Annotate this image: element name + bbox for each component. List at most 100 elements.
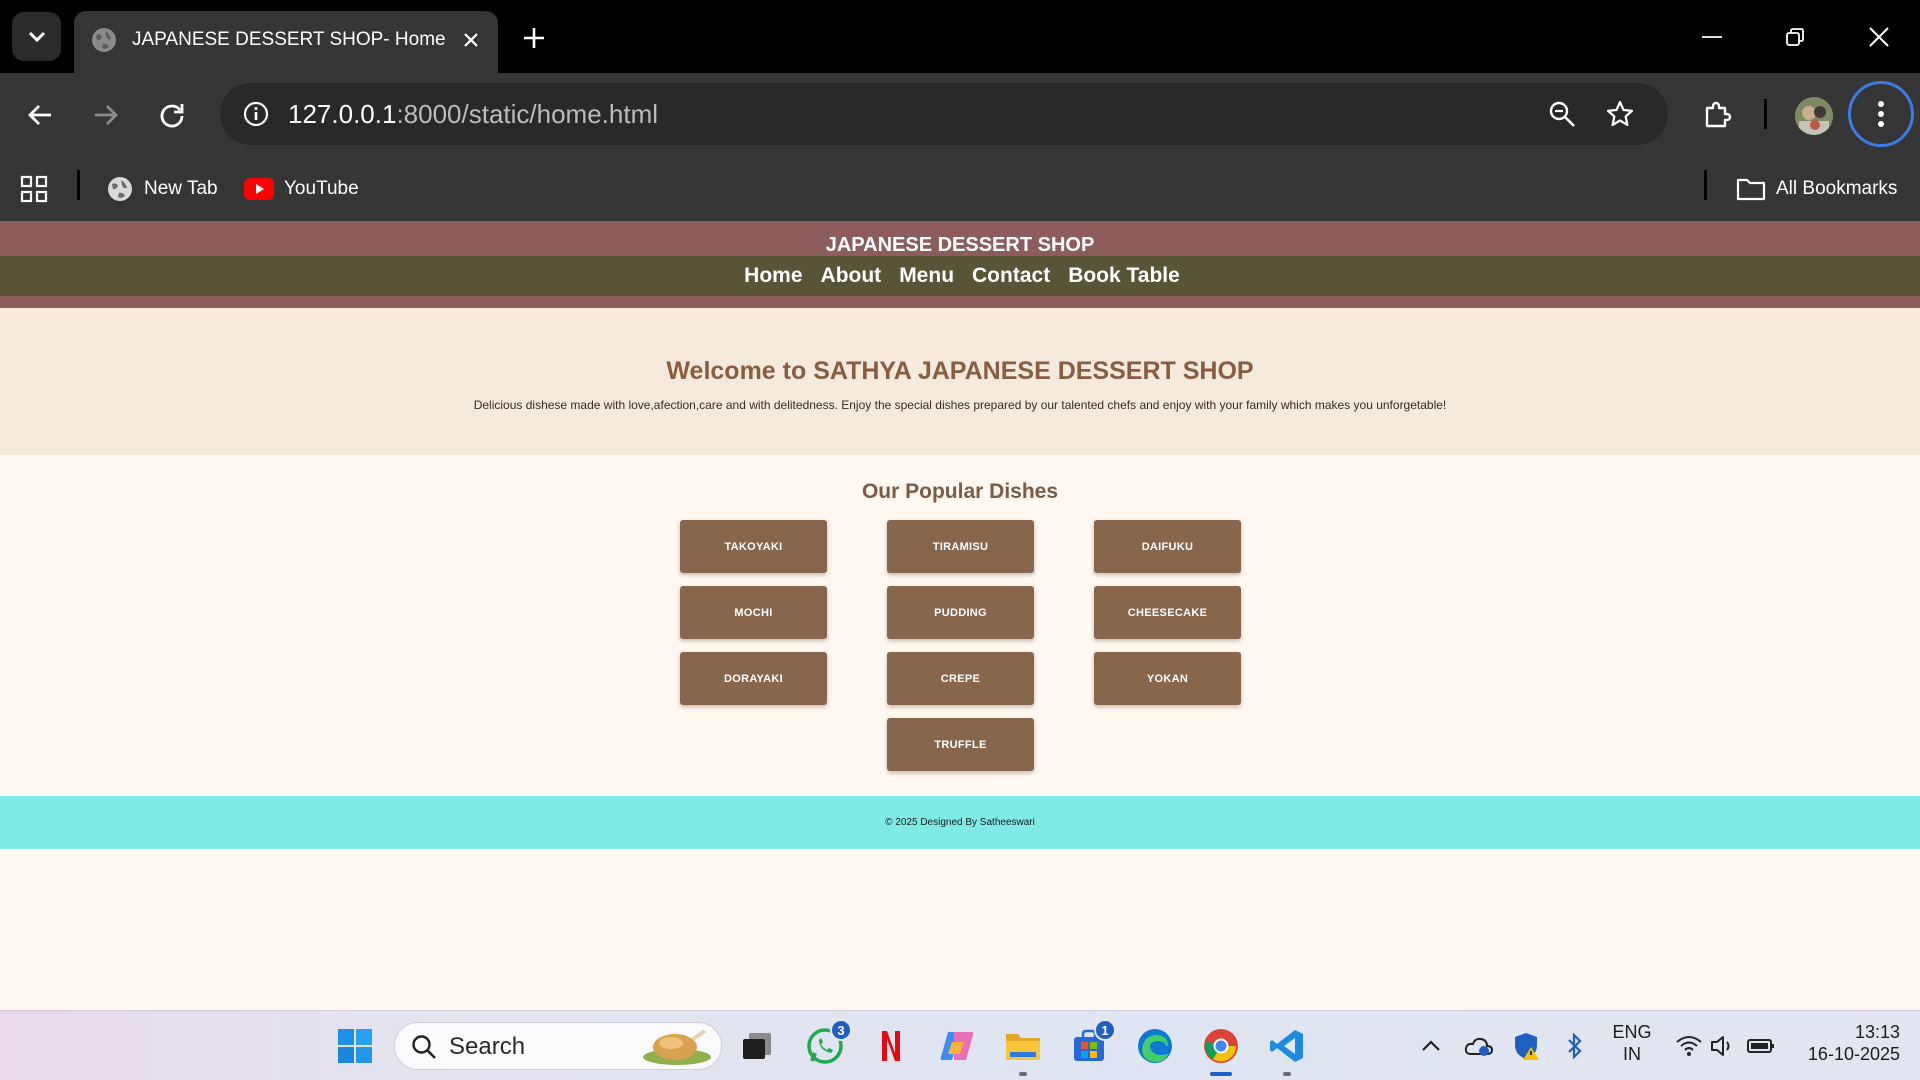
restore-button[interactable] — [1765, 14, 1825, 60]
dish-button-truffle[interactable]: TRUFFLE — [887, 718, 1034, 771]
roast-chicken-icon — [643, 1029, 711, 1065]
nav-about-link[interactable]: About — [821, 264, 882, 288]
tab-search-button[interactable] — [12, 12, 61, 61]
shield-warning-icon — [1515, 1033, 1539, 1060]
chrome-taskbar-button[interactable] — [1198, 1023, 1244, 1076]
all-bookmarks-label: All Bookmarks — [1776, 178, 1898, 199]
clock-time: 13:13 — [1854, 1022, 1900, 1042]
dish-button-takoyaki[interactable]: TAKOYAKI — [680, 520, 827, 573]
onedrive-tray-button[interactable] — [1456, 1023, 1502, 1069]
browser-menu-button[interactable] — [1848, 81, 1914, 147]
chevron-up-icon — [1422, 1040, 1440, 1051]
dish-button-pudding[interactable]: PUDDING — [887, 586, 1034, 639]
close-window-button[interactable] — [1849, 14, 1909, 60]
profile-avatar[interactable] — [1795, 97, 1833, 135]
site-info-button[interactable] — [232, 90, 280, 138]
taskbar-search-box[interactable]: Search — [394, 1022, 722, 1070]
tab-title: JAPANESE DESSERT SHOP- Home — [132, 29, 446, 50]
address-bar[interactable]: 127.0.0.1:8000/static/home.html — [220, 83, 1668, 145]
apps-button[interactable] — [20, 171, 58, 207]
bookmark-label: New Tab — [144, 178, 218, 199]
dish-button-yokan[interactable]: YOKAN — [1094, 652, 1241, 705]
active-tab[interactable]: JAPANESE DESSERT SHOP- Home — [74, 11, 498, 73]
defender-tray-button[interactable] — [1504, 1023, 1550, 1069]
arrow-left-icon — [28, 105, 51, 125]
hero-text: Delicious dishese made with love,afectio… — [473, 398, 1447, 412]
windows-logo-icon — [338, 1029, 372, 1063]
task-view-button[interactable] — [734, 1023, 780, 1069]
hero-section: Welcome to SATHYA JAPANESE DESSERT SHOP … — [0, 308, 1920, 455]
whatsapp-taskbar-button[interactable]: 3 — [802, 1019, 852, 1069]
bookmark-label: YouTube — [284, 178, 359, 199]
bookmark-star-button[interactable] — [1596, 90, 1644, 138]
nav-menu-link[interactable]: Menu — [899, 264, 954, 288]
browser-tab-bar: JAPANESE DESSERT SHOP- Home — [0, 0, 1920, 73]
file-explorer-taskbar-button[interactable] — [1000, 1023, 1046, 1076]
url-text[interactable]: 127.0.0.1:8000/static/home.html — [288, 98, 658, 130]
vscode-taskbar-button[interactable] — [1264, 1023, 1310, 1076]
profile-photo-icon — [1795, 97, 1833, 135]
nav-book-table-link[interactable]: Book Table — [1068, 264, 1180, 288]
browser-toolbar: 127.0.0.1:8000/static/home.html — [0, 73, 1920, 157]
zoom-button[interactable] — [1538, 90, 1586, 138]
forward-button[interactable] — [82, 91, 130, 139]
language-secondary: IN — [1623, 1044, 1641, 1064]
minimize-button[interactable] — [1682, 14, 1742, 60]
popular-dishes-heading: Our Popular Dishes — [861, 480, 1059, 503]
star-icon — [1606, 100, 1634, 127]
close-icon — [464, 33, 478, 47]
bookmarks-divider — [77, 170, 80, 200]
info-icon — [243, 101, 269, 127]
zoom-out-icon — [1549, 101, 1575, 127]
edge-taskbar-button[interactable] — [1132, 1023, 1178, 1069]
copilot-taskbar-button[interactable] — [934, 1023, 980, 1069]
show-hidden-icons-button[interactable] — [1408, 1023, 1454, 1069]
web-page: JAPANESE DESSERT SHOP Home About Menu Co… — [0, 221, 1920, 1010]
url-host: 127.0.0.1 — [288, 99, 397, 129]
wifi-icon — [1676, 1036, 1702, 1056]
start-button[interactable] — [332, 1023, 378, 1069]
new-tab-button[interactable] — [514, 18, 554, 58]
dish-button-daifuku[interactable]: DAIFUKU — [1094, 520, 1241, 573]
chevron-down-icon — [28, 31, 45, 42]
active-indicator — [1210, 1072, 1232, 1076]
reload-button[interactable] — [148, 91, 196, 139]
minimize-icon — [1702, 36, 1722, 38]
plus-icon — [524, 28, 544, 48]
whatsapp-badge: 3 — [830, 1019, 852, 1041]
language-indicator[interactable]: ENG IN — [1608, 1021, 1656, 1065]
bookmark-youtube[interactable]: YouTube — [244, 171, 359, 207]
restore-icon — [1786, 28, 1804, 46]
site-title: JAPANESE DESSERT SHOP — [825, 234, 1095, 256]
battery-icon — [1747, 1039, 1774, 1053]
dish-button-mochi[interactable]: MOCHI — [680, 586, 827, 639]
nav-contact-link[interactable]: Contact — [972, 264, 1050, 288]
speaker-icon — [1711, 1036, 1730, 1056]
dish-button-cheesecake[interactable]: CHEESECAKE — [1094, 586, 1241, 639]
microsoft-store-taskbar-button[interactable]: 1 — [1066, 1019, 1116, 1069]
all-bookmarks-button[interactable]: All Bookmarks — [1736, 171, 1897, 207]
tab-close-button[interactable] — [456, 25, 486, 55]
bluetooth-tray-button[interactable] — [1552, 1023, 1598, 1069]
dish-button-crepe[interactable]: CREPE — [887, 652, 1034, 705]
site-footer: © 2025 Designed By Satheeswari — [0, 796, 1920, 849]
bookmarks-divider — [1704, 170, 1707, 200]
extensions-button[interactable] — [1694, 91, 1742, 139]
youtube-icon — [244, 178, 274, 200]
arrow-right-icon — [95, 105, 118, 125]
netflix-taskbar-button[interactable] — [868, 1023, 914, 1069]
running-indicator — [1019, 1072, 1027, 1076]
dish-button-dorayaki[interactable]: DORAYAKI — [680, 652, 827, 705]
store-badge: 1 — [1094, 1019, 1116, 1041]
clock[interactable]: 13:13 16-10-2025 — [1790, 1021, 1910, 1065]
more-vertical-icon — [1878, 101, 1884, 127]
battery-tray-button[interactable] — [1738, 1023, 1784, 1069]
dish-button-tiramisu[interactable]: TIRAMISU — [887, 520, 1034, 573]
puzzle-icon — [1705, 101, 1732, 128]
clock-date: 16-10-2025 — [1807, 1044, 1900, 1064]
search-icon — [412, 1035, 436, 1059]
bookmarks-bar: New Tab YouTube All Bookmarks — [0, 157, 1920, 221]
back-button[interactable] — [16, 91, 64, 139]
bookmark-new-tab[interactable]: New Tab — [106, 171, 218, 207]
nav-home-link[interactable]: Home — [744, 264, 802, 288]
